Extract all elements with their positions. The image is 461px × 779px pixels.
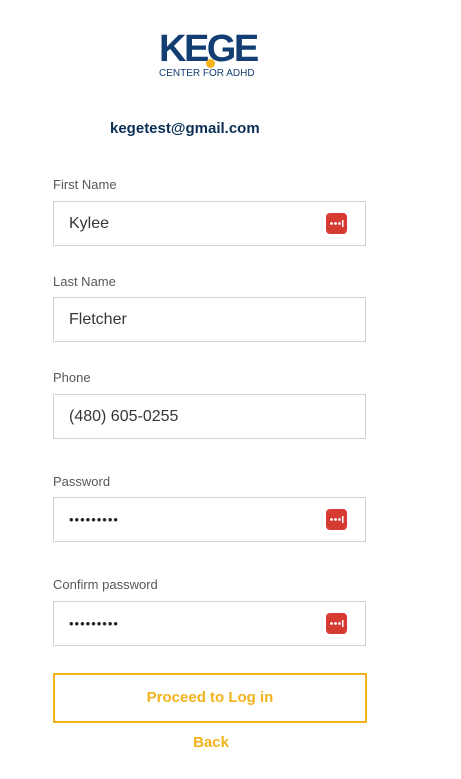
logo-subtitle: CENTER FOR ADHD: [159, 68, 255, 79]
kege-logo: KEGE CENTER FOR ADHD: [159, 30, 271, 82]
password-manager-icon[interactable]: [326, 509, 347, 530]
first-name-field-box: [53, 201, 366, 246]
password-field-box: [53, 497, 366, 542]
password-input[interactable]: [69, 498, 309, 541]
password-label: Password: [53, 474, 111, 489]
first-name-label: First Name: [53, 177, 117, 192]
password-manager-icon[interactable]: [326, 213, 347, 234]
phone-label: Phone: [53, 370, 91, 385]
account-email: kegetest@gmail.com: [110, 120, 260, 137]
phone-input[interactable]: [69, 395, 309, 438]
confirm-password-field-box: [53, 601, 366, 646]
confirm-password-input[interactable]: [69, 602, 309, 645]
last-name-label: Last Name: [53, 274, 116, 289]
back-link[interactable]: Back: [191, 733, 231, 753]
password-manager-icon[interactable]: [326, 613, 347, 634]
phone-field-box: [53, 394, 366, 439]
last-name-input[interactable]: [69, 298, 309, 341]
logo-dot: [206, 59, 215, 68]
proceed-to-login-button[interactable]: Proceed to Log in: [53, 673, 367, 723]
last-name-field-box: [53, 297, 366, 342]
confirm-password-label: Confirm password: [53, 577, 158, 592]
first-name-input[interactable]: [69, 202, 309, 245]
